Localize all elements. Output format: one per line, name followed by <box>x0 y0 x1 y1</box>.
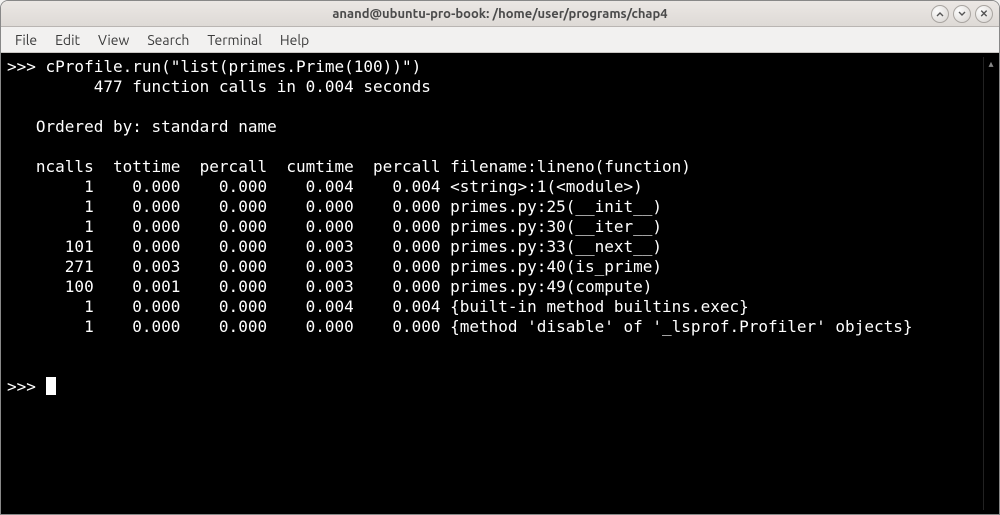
close-button[interactable]: ✕ <box>975 5 993 23</box>
menu-terminal[interactable]: Terminal <box>199 30 270 50</box>
terminal-output: >>> cProfile.run("list(primes.Prime(100)… <box>7 57 993 397</box>
window-title: anand@ubuntu-pro-book: /home/user/progra… <box>332 7 667 21</box>
scroll-up-icon[interactable]: ▴ <box>984 57 998 71</box>
terminal-window: anand@ubuntu-pro-book: /home/user/progra… <box>0 0 1000 515</box>
cursor-icon <box>46 377 56 395</box>
terminal-prompt-line[interactable]: >>> <box>7 377 993 397</box>
maximize-icon <box>957 9 967 19</box>
minimize-icon <box>935 9 945 19</box>
window-controls: ✕ <box>931 5 993 23</box>
minimize-button[interactable] <box>931 5 949 23</box>
menubar: File Edit View Search Terminal Help <box>1 27 999 53</box>
scrollbar[interactable]: ▴ <box>983 57 997 510</box>
menu-file[interactable]: File <box>7 30 45 50</box>
maximize-button[interactable] <box>953 5 971 23</box>
terminal-viewport[interactable]: >>> cProfile.run("list(primes.Prime(100)… <box>1 53 999 514</box>
prompt-symbol: >>> <box>7 377 46 396</box>
menu-help[interactable]: Help <box>272 30 317 50</box>
close-icon: ✕ <box>980 8 988 20</box>
menu-view[interactable]: View <box>90 30 137 50</box>
menu-search[interactable]: Search <box>139 30 197 50</box>
window-titlebar: anand@ubuntu-pro-book: /home/user/progra… <box>1 1 999 27</box>
menu-edit[interactable]: Edit <box>47 30 88 50</box>
